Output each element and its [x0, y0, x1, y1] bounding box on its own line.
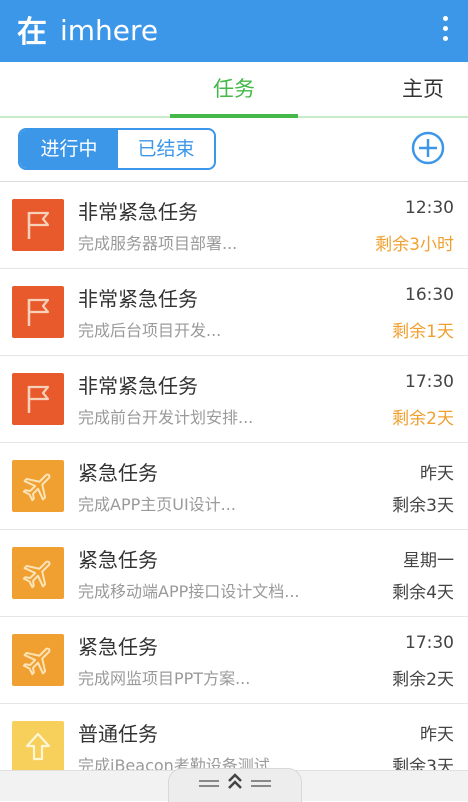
task-time: 16:30: [405, 285, 454, 305]
tab-bar: 任务 主页: [0, 62, 468, 118]
app-logo-icon: 在: [12, 12, 52, 50]
bottom-bar: [0, 768, 468, 802]
task-title: 紧急任务: [78, 461, 158, 485]
overflow-menu-icon[interactable]: [440, 16, 450, 46]
arrow-up-icon: [12, 721, 64, 773]
airplane-icon: [12, 547, 64, 599]
task-description: 完成后台项目开发...: [78, 321, 222, 340]
task-time: 17:30: [405, 633, 454, 653]
flag-icon: [12, 373, 64, 425]
task-row[interactable]: 非常紧急任务完成后台项目开发... 16:30 剩余1天: [0, 269, 468, 356]
task-time: 星期一: [403, 551, 454, 571]
expand-handle[interactable]: [168, 768, 302, 802]
flag-icon: [12, 199, 64, 251]
task-description: 完成网监项目PPT方案...: [78, 669, 251, 688]
task-description: 完成移动端APP接口设计文档...: [78, 582, 300, 601]
task-list: 非常紧急任务 完成服务器项目部署... 12:30 剩余3小时 非常紧急任务 完成后台项目…: [0, 182, 468, 791]
status-segmented-control: 进行中 已结束: [18, 128, 216, 170]
task-remaining: 剩余3小时: [375, 235, 454, 255]
airplane-icon: [12, 634, 64, 686]
tab-indicator: [170, 114, 298, 118]
task-time: 昨天: [420, 725, 454, 745]
task-title: 紧急任务: [78, 635, 158, 659]
task-remaining: 剩余4天: [392, 583, 454, 603]
task-remaining: 剩余1天: [392, 322, 454, 342]
app-bar: 在 imhere: [0, 0, 468, 62]
task-row[interactable]: 紧急任务完成APP主页UI设计... 昨天剩余3天: [0, 443, 468, 530]
airplane-icon: [12, 460, 64, 512]
task-description: 完成前台开发计划安排...: [78, 408, 254, 427]
tab-home[interactable]: 主页: [378, 62, 468, 116]
task-title: 非常紧急任务: [78, 374, 198, 398]
task-time: 17:30: [405, 372, 454, 392]
task-description: 完成服务器项目部署...: [78, 234, 238, 253]
double-chevron-up-icon: [199, 773, 271, 789]
task-time: 昨天: [420, 464, 454, 484]
task-row[interactable]: 紧急任务完成网监项目PPT方案... 17:30 剩余2天: [0, 617, 468, 704]
task-remaining: 剩余3天: [392, 496, 454, 516]
tab-tasks-label: 任务: [213, 77, 255, 101]
plus-circle-icon: [411, 131, 445, 165]
segment-finished[interactable]: 已结束: [118, 130, 214, 168]
task-time: 12:30: [405, 198, 454, 218]
task-title: 紧急任务: [78, 548, 158, 572]
segment-in-progress[interactable]: 进行中: [20, 130, 118, 168]
flag-icon: [12, 286, 64, 338]
task-remaining: 剩余2天: [392, 409, 454, 429]
tab-tasks[interactable]: 任务: [170, 62, 298, 118]
task-title: 普通任务: [78, 722, 158, 746]
task-row[interactable]: 非常紧急任务完成服务器项目部署... 12:30 剩余3小时: [0, 182, 468, 269]
task-row[interactable]: 非常紧急任务完成前台开发计划安排... 17:30 剩余2天: [0, 356, 468, 443]
app-title: imhere: [60, 14, 159, 47]
add-task-button[interactable]: [411, 131, 445, 165]
task-title: 非常紧急任务: [78, 287, 198, 311]
task-row[interactable]: 紧急任务完成移动端APP接口设计文档... 星期一剩余4天: [0, 530, 468, 617]
logo-text: 在: [17, 15, 47, 50]
task-remaining: 剩余2天: [392, 670, 454, 690]
task-title: 非常紧急任务: [78, 200, 198, 224]
task-description: 完成APP主页UI设计...: [78, 495, 236, 514]
